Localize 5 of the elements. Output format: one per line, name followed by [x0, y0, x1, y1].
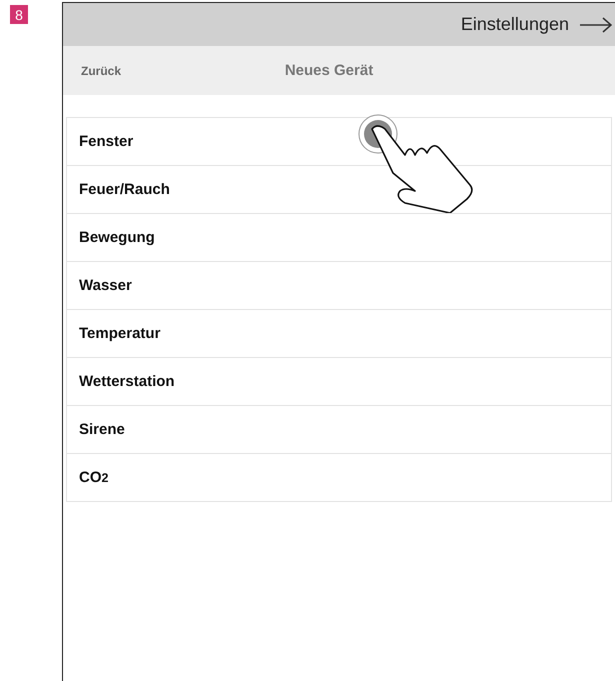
settings-link[interactable]: Einstellungen	[460, 14, 613, 35]
back-button[interactable]: Zurück	[81, 64, 122, 78]
arrow-icon	[579, 16, 613, 32]
screen-title: Neues Gerät	[284, 62, 374, 79]
step-badge: 8	[10, 5, 28, 24]
